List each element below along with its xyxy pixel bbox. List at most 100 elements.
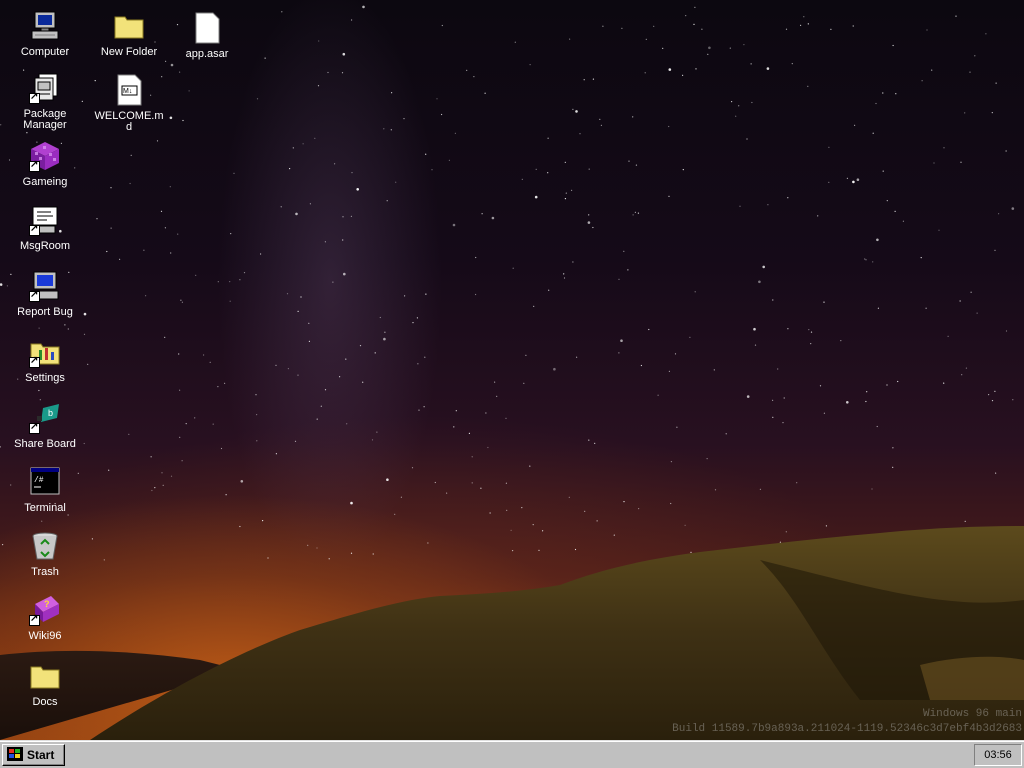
star — [475, 256, 477, 259]
desktop-icon-computer[interactable]: Computer — [10, 10, 80, 58]
star — [256, 98, 259, 100]
star — [627, 269, 629, 271]
star — [547, 137, 549, 139]
star — [496, 395, 498, 397]
star — [119, 258, 121, 260]
star — [706, 458, 708, 460]
start-button[interactable]: Start — [2, 744, 65, 766]
star — [342, 52, 346, 56]
star — [931, 69, 933, 71]
star — [707, 53, 709, 56]
star — [295, 212, 298, 216]
computer-icon — [29, 10, 61, 42]
star — [240, 480, 244, 483]
clock-time: 03:56 — [984, 749, 1012, 761]
star — [808, 329, 810, 331]
star — [621, 27, 623, 29]
star — [746, 395, 750, 398]
desktop-icon-gameing[interactable]: Gameing — [10, 140, 80, 188]
star — [644, 72, 646, 74]
star — [431, 169, 433, 171]
star — [300, 296, 302, 298]
star — [400, 496, 402, 498]
star — [41, 520, 43, 522]
star — [179, 436, 181, 438]
star — [762, 265, 765, 269]
star — [343, 272, 346, 276]
star — [594, 442, 596, 444]
desktop-icon-app-asar[interactable]: app.asar — [172, 12, 242, 60]
star — [394, 513, 396, 515]
desktop-icon-trash[interactable]: Trash — [10, 530, 80, 578]
star — [143, 249, 145, 251]
star — [1005, 330, 1008, 332]
star — [327, 71, 329, 74]
star — [1011, 207, 1015, 210]
star — [505, 482, 507, 484]
star — [791, 63, 793, 65]
star — [892, 466, 894, 468]
trash-icon — [29, 530, 61, 562]
star — [212, 423, 214, 425]
star — [151, 489, 153, 492]
star — [411, 467, 414, 469]
desktop-icon-share-board[interactable]: b Share Board — [10, 402, 80, 450]
star — [668, 195, 670, 197]
desktop-icon-docs[interactable]: Docs — [10, 660, 80, 708]
desktop-icon-report-bug[interactable]: Report Bug — [10, 270, 80, 318]
star — [988, 394, 990, 396]
star — [568, 496, 570, 498]
star — [372, 553, 374, 555]
desktop-icon-welcome-md[interactable]: M↓ WELCOME.md — [94, 74, 164, 133]
star — [689, 336, 691, 338]
star — [471, 456, 473, 458]
folder-icon — [113, 10, 145, 42]
desktop-icon-terminal[interactable]: /# Terminal — [10, 466, 80, 514]
star — [807, 23, 809, 25]
star — [693, 23, 695, 25]
star — [961, 374, 963, 376]
star — [846, 401, 849, 404]
star — [713, 369, 715, 371]
system-tray-clock[interactable]: 03:56 — [974, 744, 1022, 766]
svg-text:b: b — [48, 408, 53, 418]
desktop-icon-package-manager[interactable]: Package Manager — [10, 72, 80, 131]
star — [260, 253, 262, 255]
desktop-icon-settings[interactable]: Settings — [10, 336, 80, 384]
star — [588, 168, 590, 170]
star — [217, 386, 219, 388]
star — [592, 226, 594, 229]
star — [39, 399, 41, 401]
star — [255, 394, 257, 396]
star — [341, 72, 344, 74]
star — [964, 520, 966, 523]
star — [362, 381, 364, 383]
star — [969, 71, 971, 73]
star — [875, 102, 877, 105]
star — [876, 238, 879, 242]
star — [563, 273, 565, 275]
star — [64, 324, 66, 326]
star — [871, 488, 873, 490]
star — [383, 337, 386, 341]
star — [674, 353, 677, 355]
star — [970, 291, 972, 293]
star — [965, 367, 968, 369]
star — [634, 211, 637, 213]
star — [230, 233, 232, 235]
star — [345, 358, 347, 360]
star — [998, 213, 1000, 215]
star — [264, 57, 266, 59]
star — [947, 335, 949, 337]
star — [487, 446, 489, 449]
star — [308, 322, 310, 324]
star — [735, 115, 737, 117]
icon-label: Docs — [32, 696, 58, 708]
star — [800, 24, 802, 26]
svg-text:M↓: M↓ — [123, 88, 132, 95]
star — [87, 363, 89, 365]
desktop-icon-new-folder[interactable]: New Folder — [94, 10, 164, 58]
desktop-icon-wiki96[interactable]: ? Wiki96 — [10, 594, 80, 642]
icon-label: Terminal — [24, 502, 66, 514]
desktop-icon-msgroom[interactable]: MsgRoom — [10, 204, 80, 252]
